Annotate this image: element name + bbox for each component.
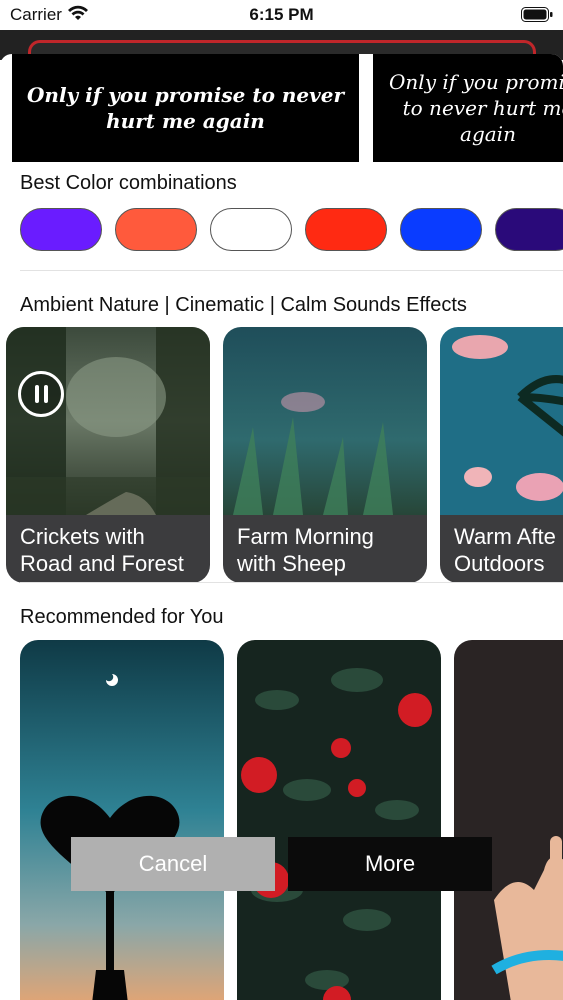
quote-text: Only if you promise to never hurt me aga… <box>389 70 563 146</box>
divider <box>20 582 563 583</box>
hand-image <box>454 640 563 1000</box>
sound-card-label: Warm Afte Outdoors <box>440 515 563 583</box>
sound-card[interactable]: Crickets with Road and Forest <box>6 327 210 583</box>
forest-road-image <box>6 327 210 515</box>
colors-section-title: Best Color combinations <box>20 172 237 194</box>
sound-card-label: Farm Morning with Sheep <box>223 515 427 583</box>
sound-card[interactable]: Warm Afte Outdoors <box>440 327 563 583</box>
color-swatch[interactable] <box>115 208 197 251</box>
sound-card[interactable]: Farm Morning with Sheep <box>223 327 427 583</box>
recommended-card[interactable] <box>20 640 224 1000</box>
color-swatch[interactable] <box>305 208 387 251</box>
divider <box>20 270 563 271</box>
color-swatch[interactable] <box>210 208 292 251</box>
quote-card[interactable]: Only if you promise to never hurt me aga… <box>373 54 563 162</box>
recommended-card[interactable] <box>237 640 441 1000</box>
color-swatch[interactable] <box>20 208 102 251</box>
status-time: 6:15 PM <box>249 5 314 24</box>
sound-card-label: Crickets with Road and Forest <box>6 515 210 583</box>
farm-grass-image <box>223 327 427 515</box>
color-swatch[interactable] <box>400 208 482 251</box>
quote-text: Only if you promise to never hurt me aga… <box>26 83 345 133</box>
recommended-card[interactable] <box>454 640 563 1000</box>
color-swatch[interactable] <box>495 208 563 251</box>
pause-button[interactable] <box>18 371 64 417</box>
recommended-section-title: Recommended for You <box>20 606 224 628</box>
more-button[interactable]: More <box>288 837 492 891</box>
ambient-section-title: Ambient Nature | Cinematic | Calm Sounds… <box>20 294 467 316</box>
red-roses-image <box>237 640 441 1000</box>
palm-sky-image <box>440 327 563 515</box>
battery-icon <box>521 7 553 22</box>
quote-card[interactable]: Only if you promise to never hurt me aga… <box>12 54 359 162</box>
status-bar: Carrier 6:15 PM <box>0 0 563 30</box>
heart-tree-image <box>20 640 224 1000</box>
cancel-button[interactable]: Cancel <box>71 837 275 891</box>
